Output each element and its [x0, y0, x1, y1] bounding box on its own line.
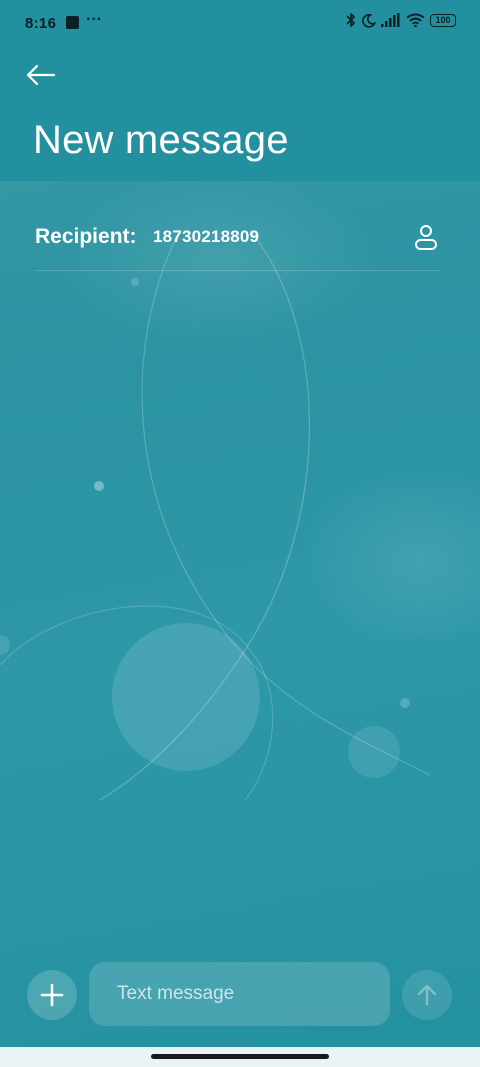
new-message-screen: 8:16 ··· 100 New message Recipient: 1873…: [0, 0, 480, 1067]
plus-icon: [40, 983, 64, 1007]
back-arrow-icon: [26, 64, 56, 86]
send-button[interactable]: [402, 970, 452, 1020]
page-title: New message: [33, 118, 289, 162]
moon-icon: [362, 13, 376, 28]
message-input[interactable]: [89, 962, 390, 1026]
status-bar: 8:16 ··· 100: [0, 0, 480, 46]
status-time: 8:16: [25, 15, 57, 32]
bluetooth-icon: [346, 13, 355, 27]
add-attachment-button[interactable]: [27, 970, 77, 1020]
recipient-value[interactable]: 18730218809: [153, 227, 259, 247]
contact-picker-button[interactable]: [411, 222, 441, 252]
battery-icon: 100: [430, 13, 456, 27]
back-button[interactable]: [22, 58, 58, 94]
recipient-label: Recipient:: [35, 225, 137, 248]
signal-icon: [381, 13, 400, 27]
recipient-row[interactable]: Recipient: 18730218809: [35, 205, 441, 271]
status-icons: 100: [346, 12, 456, 28]
overflow-dots: ···: [86, 11, 102, 28]
person-icon: [415, 225, 437, 250]
wifi-icon: [406, 13, 425, 27]
navigation-bar: [0, 1047, 480, 1067]
arrow-up-icon: [417, 984, 437, 1006]
compose-bar: [0, 962, 480, 1026]
home-gesture-handle[interactable]: [151, 1054, 329, 1059]
square-notification-icon: [66, 16, 79, 29]
